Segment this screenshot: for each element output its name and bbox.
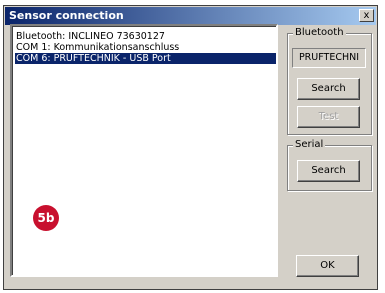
list-item[interactable]: COM 1: Kommunikationsanschluss [15, 42, 276, 53]
title-bar[interactable]: Sensor connection x [5, 7, 376, 25]
bluetooth-group-label: Bluetooth [293, 27, 346, 39]
close-button[interactable]: x [359, 9, 374, 22]
serial-group: Serial Search [287, 139, 372, 191]
bluetooth-group: Bluetooth PRUFTECHNI Search Test [287, 27, 372, 135]
serial-search-button[interactable]: Search [297, 160, 360, 182]
bluetooth-device-field: PRUFTECHNI [292, 48, 366, 68]
step-marker-badge: 5b [33, 205, 59, 231]
ok-button[interactable]: OK [296, 255, 359, 277]
list-item[interactable]: Bluetooth: INCLINEO 73630127 [15, 31, 276, 42]
dialog-title: Sensor connection [9, 9, 124, 22]
serial-group-label: Serial [293, 139, 326, 151]
device-list[interactable]: Bluetooth: INCLINEO 73630127 COM 1: Komm… [10, 24, 278, 277]
list-item-selected[interactable]: COM 6: PRUFTECHNIK - USB Port [15, 53, 276, 64]
bluetooth-test-button[interactable]: Test [297, 106, 360, 128]
bluetooth-search-button[interactable]: Search [297, 78, 360, 100]
close-icon: x [363, 10, 370, 21]
